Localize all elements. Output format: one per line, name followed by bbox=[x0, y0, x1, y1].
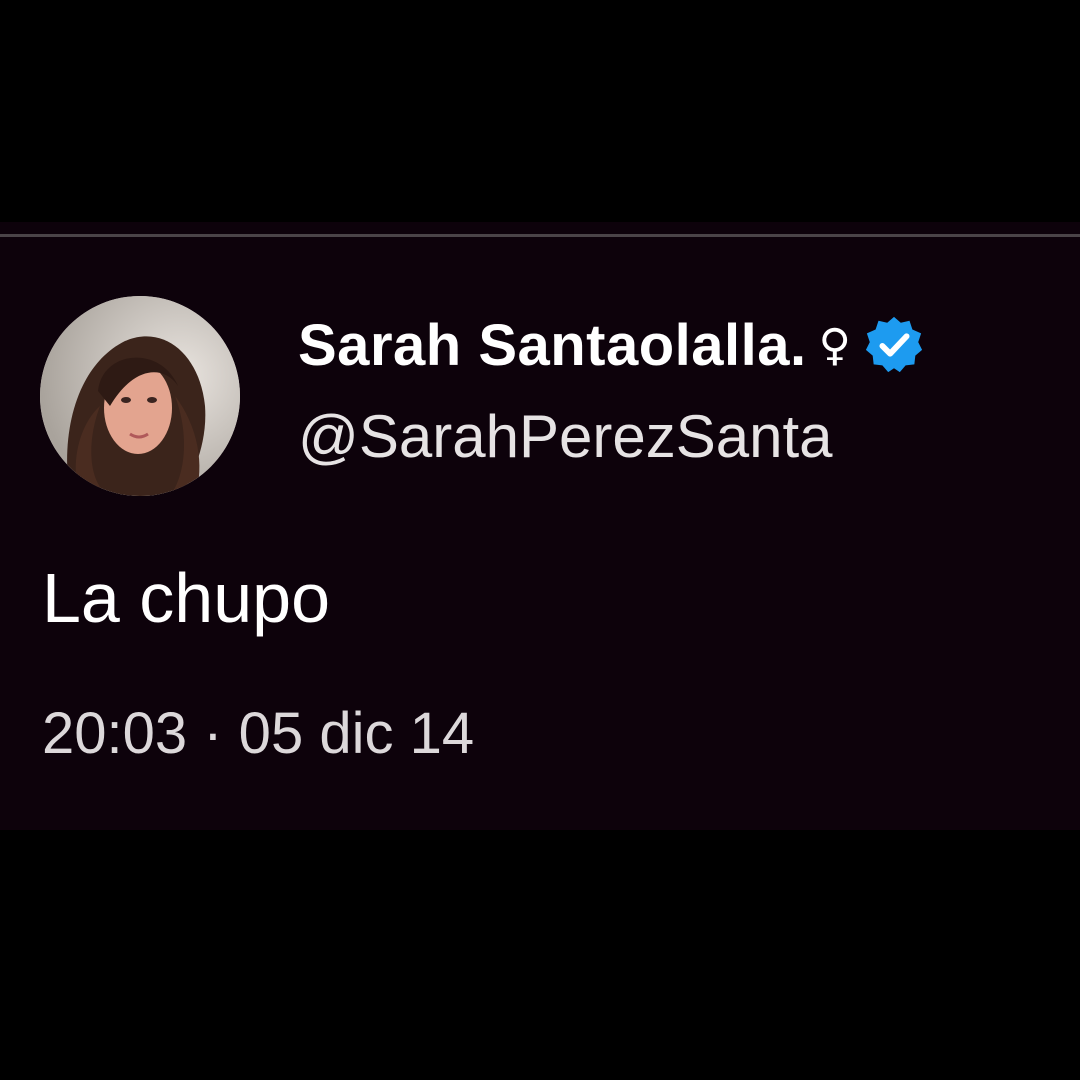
avatar[interactable] bbox=[40, 296, 240, 496]
tweet-card[interactable]: Sarah Santaolalla. ♀ @SarahPerezSanta La… bbox=[0, 222, 1080, 830]
profile-photo-icon bbox=[40, 296, 240, 496]
author-name-row: Sarah Santaolalla. ♀ bbox=[298, 310, 925, 380]
display-name[interactable]: Sarah Santaolalla. bbox=[298, 312, 807, 379]
author-handle[interactable]: @SarahPerezSanta bbox=[298, 402, 833, 471]
verified-badge-icon bbox=[865, 316, 922, 373]
screenshot-frame: Sarah Santaolalla. ♀ @SarahPerezSanta La… bbox=[0, 0, 1080, 1080]
divider-line bbox=[0, 234, 1080, 237]
tweet-text: La chupo bbox=[42, 559, 331, 637]
tweet-timestamp[interactable]: 20:03 · 05 dic 14 bbox=[42, 700, 474, 767]
female-sign-icon: ♀ bbox=[818, 319, 851, 371]
